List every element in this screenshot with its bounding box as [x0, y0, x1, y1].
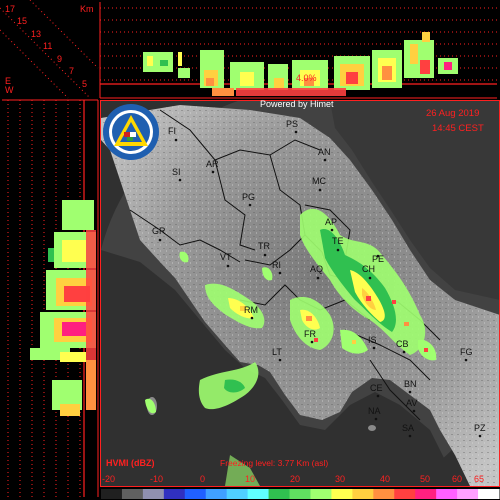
legend-swatch [310, 489, 332, 499]
legend-ticks: -20 -10 0 10 20 30 40 50 60 65 [102, 474, 484, 484]
legend-swatch [268, 489, 291, 499]
legend-tick: -20 [102, 474, 115, 484]
legend-tick: 20 [290, 474, 300, 484]
svg-text:RI: RI [272, 260, 281, 270]
city-PE: PE [372, 254, 384, 264]
legend-swatch [457, 489, 479, 499]
time-label: 14:45 CEST [432, 123, 484, 134]
svg-text:CH: CH [362, 264, 375, 274]
west-label: W [5, 85, 14, 95]
svg-text:FI: FI [168, 126, 176, 136]
product-label: HVMI (dBZ) [106, 458, 155, 468]
legend-swatch [163, 489, 186, 499]
date-label: 26 Aug 2019 [426, 108, 479, 119]
legend-tick: 0 [200, 474, 205, 484]
svg-text:MC: MC [312, 176, 326, 186]
svg-text:GR: GR [152, 226, 166, 236]
legend-swatch [436, 489, 458, 499]
svg-text:PZ: PZ [474, 423, 486, 433]
legend-tick: 65 [474, 474, 484, 484]
legend-swatch [373, 489, 395, 499]
legend-swatch [331, 489, 353, 499]
svg-text:SA: SA [402, 423, 414, 433]
height-tick: 17 [5, 4, 15, 14]
map-panel: FI PS AN AR SI MC PG AP GR TE TR PE VT R… [101, 101, 500, 486]
svg-text:PS: PS [286, 119, 298, 129]
svg-text:AN: AN [318, 147, 331, 157]
legend-tick: 40 [380, 474, 390, 484]
svg-text:AV: AV [406, 398, 417, 408]
legend-swatch [247, 489, 270, 499]
height-tick: 13 [31, 29, 41, 39]
legend-swatches [101, 489, 500, 499]
height-tick: 11 [43, 41, 52, 51]
legend-tick: 50 [420, 474, 430, 484]
svg-text:TE: TE [332, 236, 344, 246]
freezing-level-label: Freezing level: 3.77 Km (asl) [220, 458, 328, 468]
svg-text:FR: FR [304, 329, 316, 339]
legend-tick: -10 [150, 474, 163, 484]
svg-text:TR: TR [258, 241, 270, 251]
legend-swatch [101, 489, 123, 499]
top-cross-section: 4.0% 17 15 13 11 9 7 5 Km E W [0, 0, 500, 100]
km-label: Km [80, 4, 94, 14]
legend-swatch [394, 489, 416, 499]
svg-text:AP: AP [325, 217, 337, 227]
svg-text:LT: LT [272, 347, 282, 357]
svg-text:BN: BN [404, 379, 417, 389]
height-tick: 15 [17, 16, 27, 26]
legend-tick: 30 [335, 474, 345, 484]
svg-text:AR: AR [206, 159, 219, 169]
legend-swatch [184, 489, 207, 499]
legend-swatch [415, 489, 437, 499]
svg-text:IS: IS [368, 335, 377, 345]
legend-tick: 60 [452, 474, 462, 484]
legend-swatch [352, 489, 374, 499]
svg-text:AQ: AQ [310, 264, 323, 274]
legend-swatch [205, 489, 228, 499]
legend-swatch [121, 489, 144, 499]
radar-map-view: 4.0% 17 15 13 11 9 7 5 Km E W FI PS AN A… [0, 0, 500, 500]
freezing-marker: 4.0% [296, 73, 317, 83]
left-cross-section [0, 99, 100, 500]
height-tick: 5 [82, 79, 87, 89]
svg-text:CE: CE [370, 383, 383, 393]
legend-swatch [142, 489, 165, 499]
legend-swatch [226, 489, 249, 499]
svg-text:FG: FG [460, 347, 473, 357]
powered-by-label: Powered by Himet [260, 99, 334, 109]
height-tick: 9 [57, 54, 62, 64]
svg-text:RM: RM [244, 305, 258, 315]
svg-text:NA: NA [368, 406, 381, 416]
svg-text:CB: CB [396, 339, 409, 349]
civil-protection-logo [103, 104, 159, 160]
legend-tick: 10 [245, 474, 255, 484]
legend-swatch [289, 489, 311, 499]
height-tick: 7 [69, 66, 74, 76]
svg-text:VT: VT [220, 252, 232, 262]
svg-text:SI: SI [172, 167, 181, 177]
svg-text:PG: PG [242, 192, 255, 202]
legend-swatch [478, 489, 500, 499]
